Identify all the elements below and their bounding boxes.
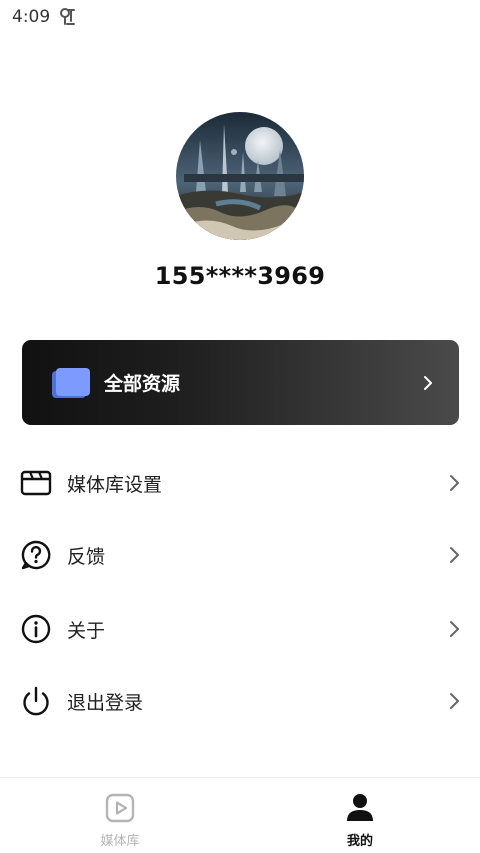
tab-label: 媒体库 <box>100 834 140 849</box>
person-icon <box>344 792 376 824</box>
media-library-icon <box>20 467 52 499</box>
menu-item-about[interactable]: 关于 <box>0 597 480 661</box>
tab-media-library[interactable]: 媒体库 <box>0 778 240 853</box>
all-resources-label: 全部资源 <box>104 373 181 395</box>
menu-item-media-library-settings[interactable]: 媒体库设置 <box>0 451 480 515</box>
power-icon <box>20 685 52 717</box>
bottom-tab-bar: 媒体库 我的 <box>0 777 480 853</box>
status-bar: 4:09 <box>0 0 480 34</box>
menu-item-feedback[interactable]: 反馈 <box>0 523 480 587</box>
avatar[interactable] <box>176 112 304 240</box>
menu-label: 退出登录 <box>67 691 144 714</box>
menu-label: 媒体库设置 <box>67 473 163 496</box>
info-icon <box>20 613 52 645</box>
phone-number: 155****3969 <box>154 262 326 290</box>
chevron-right-icon <box>448 546 460 564</box>
folder-icon <box>52 367 90 398</box>
all-resources-card[interactable]: 全部资源 <box>22 340 459 425</box>
tab-label: 我的 <box>346 834 373 849</box>
menu-label: 关于 <box>67 619 106 642</box>
menu-label: 反馈 <box>67 545 106 568</box>
status-time: 4:09 <box>12 7 51 27</box>
chevron-right-icon <box>448 692 460 710</box>
app-notification-icon <box>58 7 78 27</box>
chevron-right-icon <box>423 375 433 391</box>
chevron-right-icon <box>448 620 460 638</box>
question-bubble-icon <box>20 539 52 571</box>
chevron-right-icon <box>448 474 460 492</box>
menu-item-logout[interactable]: 退出登录 <box>0 669 480 733</box>
tab-mine[interactable]: 我的 <box>240 778 480 853</box>
play-square-icon <box>104 792 136 824</box>
